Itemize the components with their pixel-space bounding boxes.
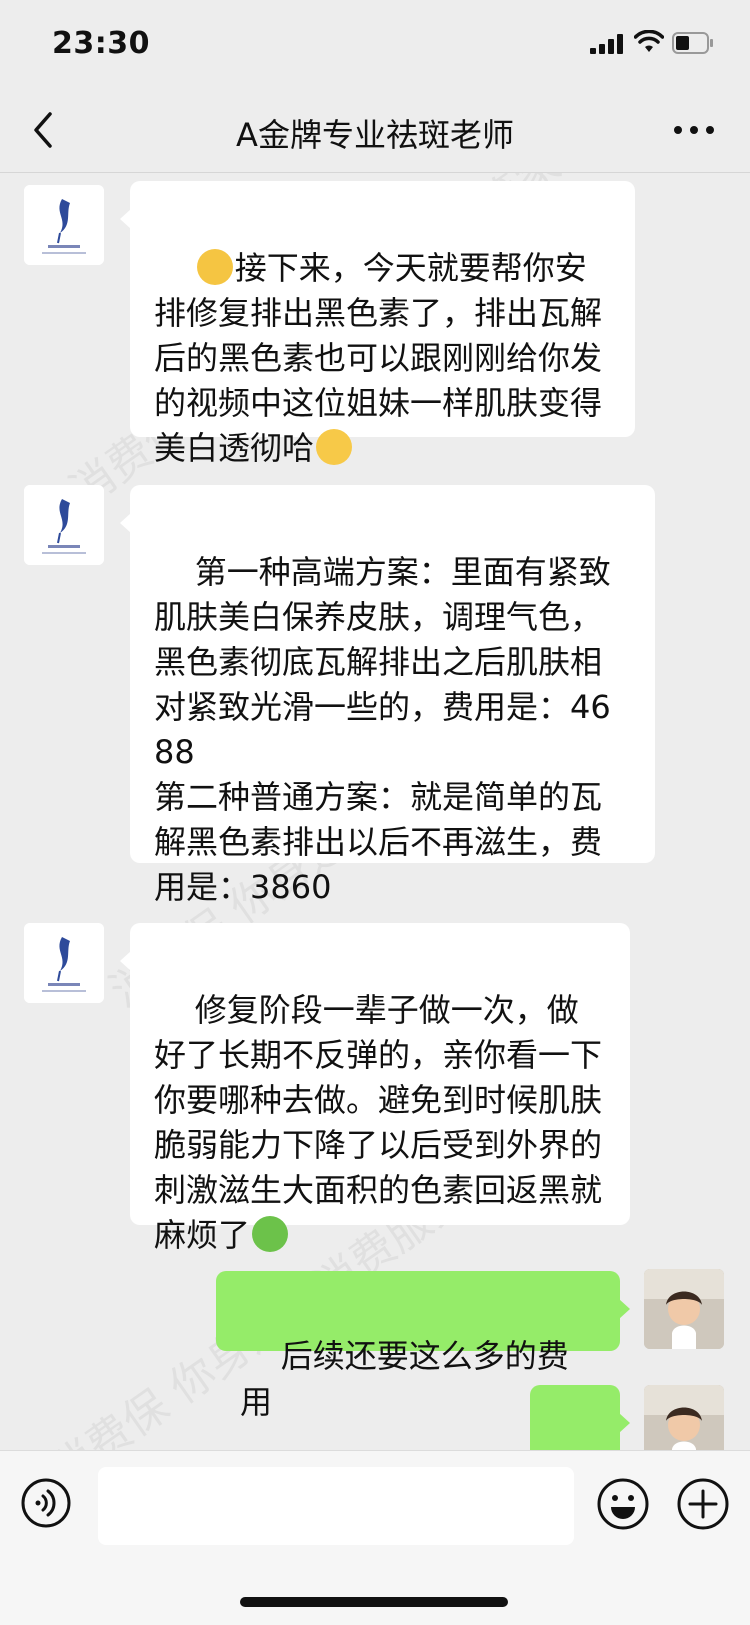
my-avatar[interactable] xyxy=(644,1385,724,1450)
my-message-bubble[interactable]: 后续还要这么多的费用 xyxy=(216,1271,630,1421)
contact-avatar[interactable] xyxy=(24,485,104,565)
more-options-icon[interactable] xyxy=(672,116,716,144)
message-text: 后续还要这么多的费用 xyxy=(240,1337,569,1421)
thinking-face-emoji xyxy=(316,429,353,465)
status-bar: 23:30 xyxy=(0,0,750,88)
ok-hand-emoji xyxy=(196,249,233,285)
home-indicator[interactable] xyxy=(240,1597,508,1607)
message-text: 第一种高端方案：里面有紧致肌肤美白保养皮肤，调理气色，黑色素彻底瓦解排出之后肌肤… xyxy=(154,553,611,906)
message-text: 修复阶段一辈子做一次，做好了长期不反弹的，亲你看一下你要哪种去做。避免到时候肌肤… xyxy=(154,991,603,1254)
status-time: 23:30 xyxy=(52,26,150,61)
message-bubble[interactable]: 第一种高端方案：里面有紧致肌肤美白保养皮肤，调理气色，黑色素彻底瓦解排出之后肌肤… xyxy=(120,485,655,906)
message-bubble[interactable]: 修复阶段一辈子做一次，做好了长期不反弹的，亲你看一下你要哪种去做。避免到时候肌肤… xyxy=(120,923,630,1254)
my-avatar[interactable] xyxy=(644,1269,724,1349)
message-input[interactable] xyxy=(98,1467,574,1545)
add-icon[interactable] xyxy=(676,1477,730,1531)
cellular-signal-icon xyxy=(590,34,623,54)
emoji-icon[interactable] xyxy=(596,1477,650,1531)
message-list[interactable]: 消费保 你身边的消费服务管家 消费保 你身边的消费服务管家 消费保 你身边的消费… xyxy=(0,173,750,1450)
contact-avatar[interactable] xyxy=(24,185,104,265)
input-bar xyxy=(0,1450,750,1625)
green-person-emoji xyxy=(252,1216,289,1252)
message-bubble[interactable]: 接下来，今天就要帮你安排修复排出黑色素了，排出瓦解后的黑色素也可以跟刚刚给你发的… xyxy=(120,181,635,467)
back-chevron-icon[interactable] xyxy=(26,108,66,152)
my-message-bubble[interactable]: ? xyxy=(530,1385,630,1450)
chat-header: A金牌专业祛斑老师 xyxy=(0,88,750,173)
battery-icon xyxy=(672,32,713,54)
chat-title: A金牌专业祛斑老师 xyxy=(236,116,514,154)
contact-avatar[interactable] xyxy=(24,923,104,1003)
wifi-icon xyxy=(634,30,664,52)
voice-input-icon[interactable] xyxy=(20,1477,72,1529)
